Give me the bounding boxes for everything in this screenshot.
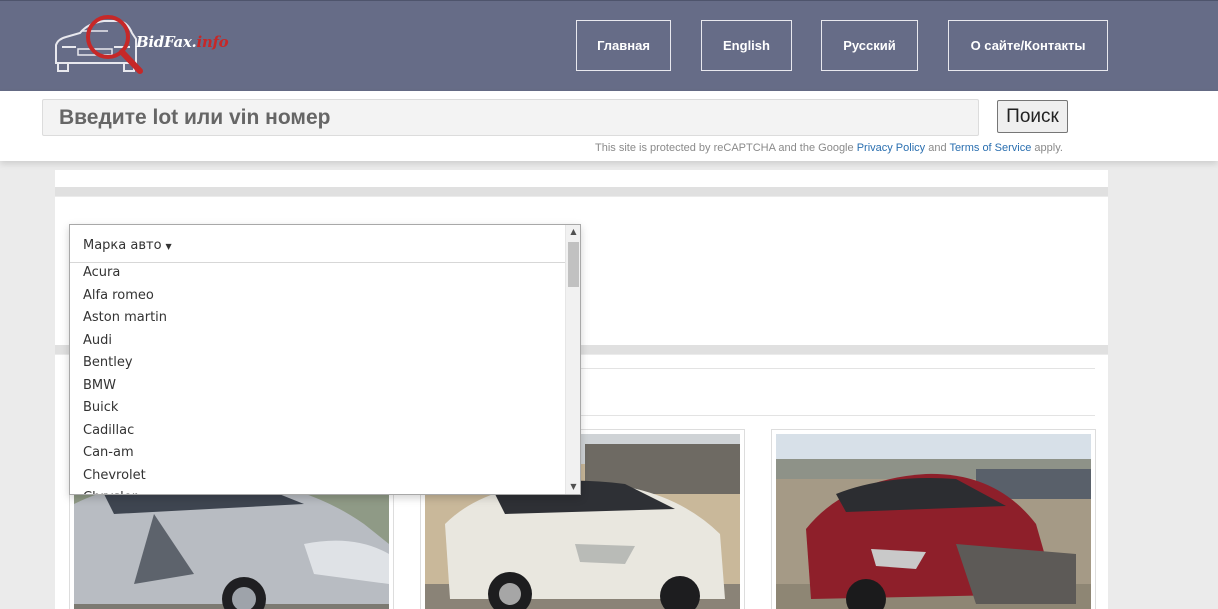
site-header: BidFax.info Главная English Русский О са…	[0, 0, 1218, 91]
make-options-list: Acura Alfa romeo Aston martin Audi Bentl…	[70, 262, 565, 494]
search-input[interactable]	[42, 99, 979, 136]
logo-text-main: BidFax.	[136, 33, 197, 51]
dropdown-scrollbar[interactable]: ▲ ▼	[565, 225, 580, 494]
recaptcha-notice: This site is protected by reCAPTCHA and …	[595, 142, 1063, 154]
make-option[interactable]: Audi	[70, 330, 565, 353]
make-option[interactable]: Acura	[70, 262, 565, 285]
scroll-down-arrow-icon[interactable]: ▼	[566, 480, 580, 494]
make-option[interactable]: Can-am	[70, 442, 565, 465]
nav-about-contacts-button[interactable]: О сайте/Контакты	[948, 20, 1108, 71]
search-bar: Поиск This site is protected by reCAPTCH…	[0, 91, 1218, 161]
panel-divider	[55, 187, 1108, 196]
caret-down-icon: ▼	[165, 242, 172, 251]
recaptcha-text-suffix: apply.	[1034, 142, 1063, 154]
logo-text: BidFax.info	[136, 33, 229, 51]
make-option[interactable]: Buick	[70, 397, 565, 420]
logo-text-accent: info	[196, 33, 229, 51]
make-option[interactable]: Chevrolet	[70, 465, 565, 488]
privacy-policy-link[interactable]: Privacy Policy	[857, 142, 925, 154]
scroll-up-arrow-icon[interactable]: ▲	[566, 225, 580, 239]
make-option[interactable]: BMW	[70, 375, 565, 398]
search-button[interactable]: Поиск	[997, 100, 1068, 133]
car-photo	[776, 434, 1091, 609]
recaptcha-text-and: and	[928, 142, 947, 154]
terms-of-service-link[interactable]: Terms of Service	[949, 142, 1031, 154]
car-card[interactable]	[771, 429, 1096, 609]
nav-russian-button[interactable]: Русский	[821, 20, 918, 71]
make-dropdown-label: Марка авто	[83, 238, 162, 253]
make-dropdown-header[interactable]: Марка авто ▼	[70, 225, 565, 263]
nav-english-button[interactable]: English	[701, 20, 792, 71]
recaptcha-text-prefix: This site is protected by reCAPTCHA and …	[595, 142, 854, 154]
top-panel	[55, 170, 1108, 187]
make-option[interactable]: Aston martin	[70, 307, 565, 330]
site-logo[interactable]: BidFax.info	[52, 11, 232, 77]
make-option[interactable]: Bentley	[70, 352, 565, 375]
make-option[interactable]: Chrysler	[70, 487, 565, 494]
nav-home-button[interactable]: Главная	[576, 20, 671, 71]
make-option[interactable]: Alfa romeo	[70, 285, 565, 308]
make-option[interactable]: Cadillac	[70, 420, 565, 443]
make-dropdown[interactable]: Марка авто ▼ Acura Alfa romeo Aston marti…	[69, 224, 581, 495]
scrollbar-thumb[interactable]	[568, 242, 579, 287]
